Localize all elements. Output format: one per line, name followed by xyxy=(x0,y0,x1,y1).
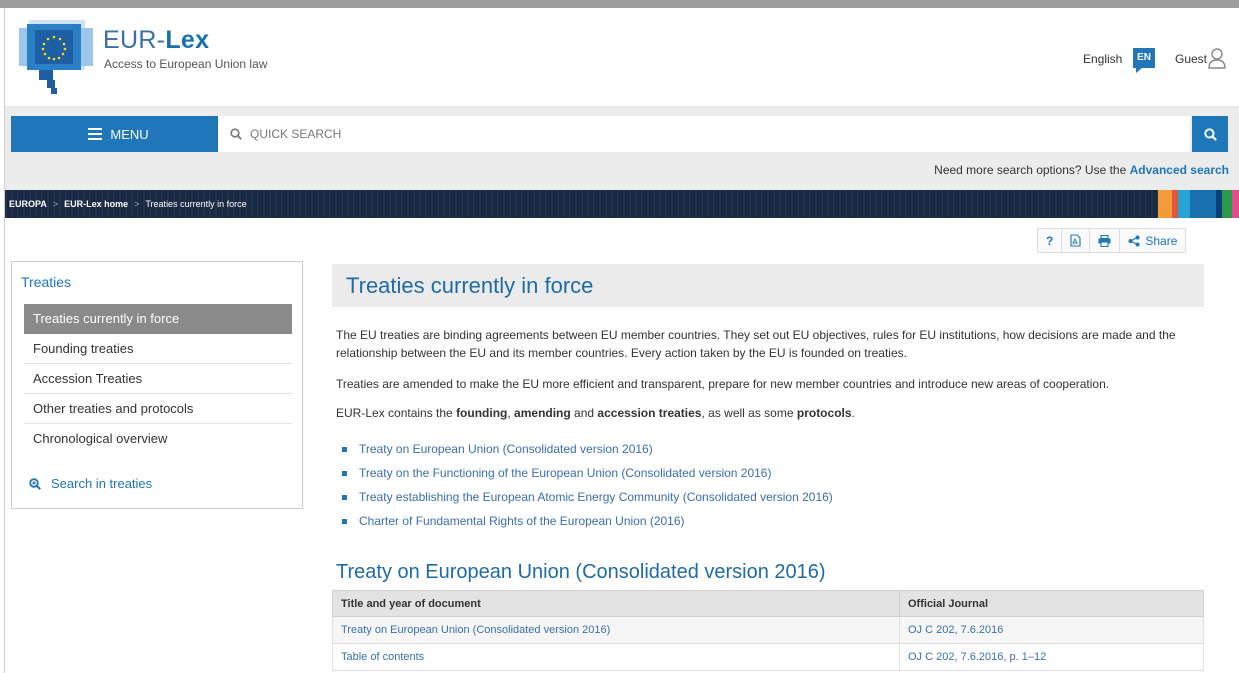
treaty-link-tfeu[interactable]: Treaty on the Functioning of the Europea… xyxy=(359,466,771,480)
sidebar-item-other-treaties[interactable]: Other treaties and protocols xyxy=(24,394,292,424)
table-cell-link[interactable]: Treaty on European Union (Consolidated v… xyxy=(332,616,900,644)
color-bar xyxy=(1178,190,1190,218)
user-label[interactable]: Guest xyxy=(1175,52,1207,66)
page-title-bar: Treaties currently in force xyxy=(332,264,1204,307)
top-strip xyxy=(0,0,1239,8)
text-fragment: and xyxy=(570,406,598,420)
amendment-paragraph: Treaties are amended to make the EU more… xyxy=(336,377,1110,391)
pdf-icon xyxy=(1070,234,1081,247)
site-header: EUR-Lex Access to European Union law Eng… xyxy=(5,8,1239,106)
text-fragment: accession treaties xyxy=(597,406,702,420)
breadcrumb-europa[interactable]: EUROPA xyxy=(9,199,47,209)
menu-button[interactable]: MENU xyxy=(11,116,226,152)
sidebar-title: Treaties xyxy=(21,274,72,290)
treaty-links: Treaty on European Union (Consolidated v… xyxy=(342,437,833,533)
search-in-treaties-label: Search in treaties xyxy=(51,476,153,491)
treaty-link-charter[interactable]: Charter of Fundamental Rights of the Eur… xyxy=(359,514,685,528)
breadcrumb: EUROPA > EUR-Lex home > Treaties current… xyxy=(5,190,1239,218)
eur-lex-logo[interactable] xyxy=(11,16,101,98)
site-title-prefix: EUR- xyxy=(103,26,166,54)
pdf-button[interactable] xyxy=(1062,229,1091,252)
advanced-search-hint: Need more search options? Use the Advanc… xyxy=(934,163,1229,177)
contents-paragraph: EUR-Lex contains the founding, amending … xyxy=(336,404,1211,422)
text-fragment: . xyxy=(851,406,855,420)
list-item: Treaty on European Union (Consolidated v… xyxy=(342,437,833,461)
search-in-treaties-link[interactable]: Search in treaties xyxy=(29,476,152,491)
treaty-link-teu[interactable]: Treaty on European Union (Consolidated v… xyxy=(359,442,653,456)
color-bar xyxy=(1190,190,1216,218)
column-header-journal: Official Journal xyxy=(899,590,1204,617)
quick-search-box[interactable] xyxy=(218,116,1190,152)
search-band: MENU Need more search options? Use the A… xyxy=(5,106,1239,190)
language-selector[interactable]: English xyxy=(1083,52,1122,66)
page-title: Treaties currently in force xyxy=(346,273,594,298)
search-submit-button[interactable] xyxy=(1192,116,1228,152)
advanced-search-link[interactable]: Advanced search xyxy=(1130,163,1229,177)
page-tools: ? Share xyxy=(1037,228,1187,253)
color-bar xyxy=(1222,190,1232,218)
quick-search-input[interactable] xyxy=(250,127,1150,141)
search-icon xyxy=(230,128,242,140)
sidebar-item-treaties-in-force[interactable]: Treaties currently in force xyxy=(24,304,292,334)
sidebar-item-accession-treaties[interactable]: Accession Treaties xyxy=(24,364,292,394)
page: EUR-Lex Access to European Union law Eng… xyxy=(4,8,1239,673)
share-label: Share xyxy=(1145,233,1178,248)
sidebar-nav: Treaties currently in force Founding tre… xyxy=(24,304,292,454)
search-submit-icon xyxy=(1203,127,1217,141)
chevron-right-icon: > xyxy=(134,199,140,209)
column-header-title: Title and year of document xyxy=(332,590,900,617)
table-cell-link[interactable]: Table of contents xyxy=(332,643,900,671)
text-fragment: EUR-Lex contains the xyxy=(336,406,457,420)
list-item: Treaty establishing the European Atomic … xyxy=(342,485,833,509)
sidebar-item-chronological-overview[interactable]: Chronological overview xyxy=(24,424,292,454)
language-code-icon[interactable]: EN xyxy=(1133,48,1155,73)
site-title[interactable]: EUR-Lex xyxy=(103,26,209,55)
treaty-link-euratom[interactable]: Treaty establishing the European Atomic … xyxy=(359,490,833,504)
chevron-right-icon: > xyxy=(52,199,59,209)
color-band xyxy=(1158,190,1239,218)
table-cell-link[interactable]: OJ C 202, 7.6.2016, p. 1–12 xyxy=(899,643,1204,671)
menu-label: MENU xyxy=(110,126,149,142)
advanced-search-prefix: Need more search options? Use the xyxy=(934,163,1127,177)
intro-paragraph: The EU treaties are binding agreements b… xyxy=(336,328,1176,360)
section-title: Treaty on European Union (Consolidated v… xyxy=(336,561,826,583)
table-row: Table of contents OJ C 202, 7.6.2016, p.… xyxy=(332,643,1204,671)
print-icon xyxy=(1098,234,1111,247)
site-subtitle: Access to European Union law xyxy=(104,57,268,71)
share-button[interactable]: Share xyxy=(1120,229,1185,252)
table-header-row: Title and year of document Official Jour… xyxy=(332,590,1204,617)
print-button[interactable] xyxy=(1090,229,1121,252)
treaties-sidebar: Treaties Treaties currently in force Fou… xyxy=(11,261,303,509)
share-icon xyxy=(1128,235,1140,246)
text-fragment: , as well as some xyxy=(701,406,797,420)
text-fragment: protocols xyxy=(796,406,852,420)
zoom-search-icon xyxy=(29,477,41,490)
text-fragment: founding xyxy=(456,406,508,420)
color-bar xyxy=(1232,190,1239,218)
list-item: Charter of Fundamental Rights of the Eur… xyxy=(342,509,833,533)
user-icon[interactable] xyxy=(1207,47,1227,69)
breadcrumb-current: Treaties currently in force xyxy=(145,199,247,209)
table-row: Treaty on European Union (Consolidated v… xyxy=(332,616,1204,644)
color-bar xyxy=(1158,190,1172,218)
documents-table: Title and year of document Official Jour… xyxy=(332,590,1204,671)
table-cell-link[interactable]: OJ C 202, 7.6.2016 xyxy=(899,616,1204,644)
help-button[interactable]: ? xyxy=(1038,229,1063,252)
list-item: Treaty on the Functioning of the Europea… xyxy=(342,461,833,485)
breadcrumb-eurlex-home[interactable]: EUR-Lex home xyxy=(64,199,128,209)
hamburger-icon xyxy=(88,128,103,140)
text-fragment: amending xyxy=(514,406,571,420)
sidebar-item-founding-treaties[interactable]: Founding treaties xyxy=(24,334,292,364)
site-title-bold: Lex xyxy=(165,26,210,54)
